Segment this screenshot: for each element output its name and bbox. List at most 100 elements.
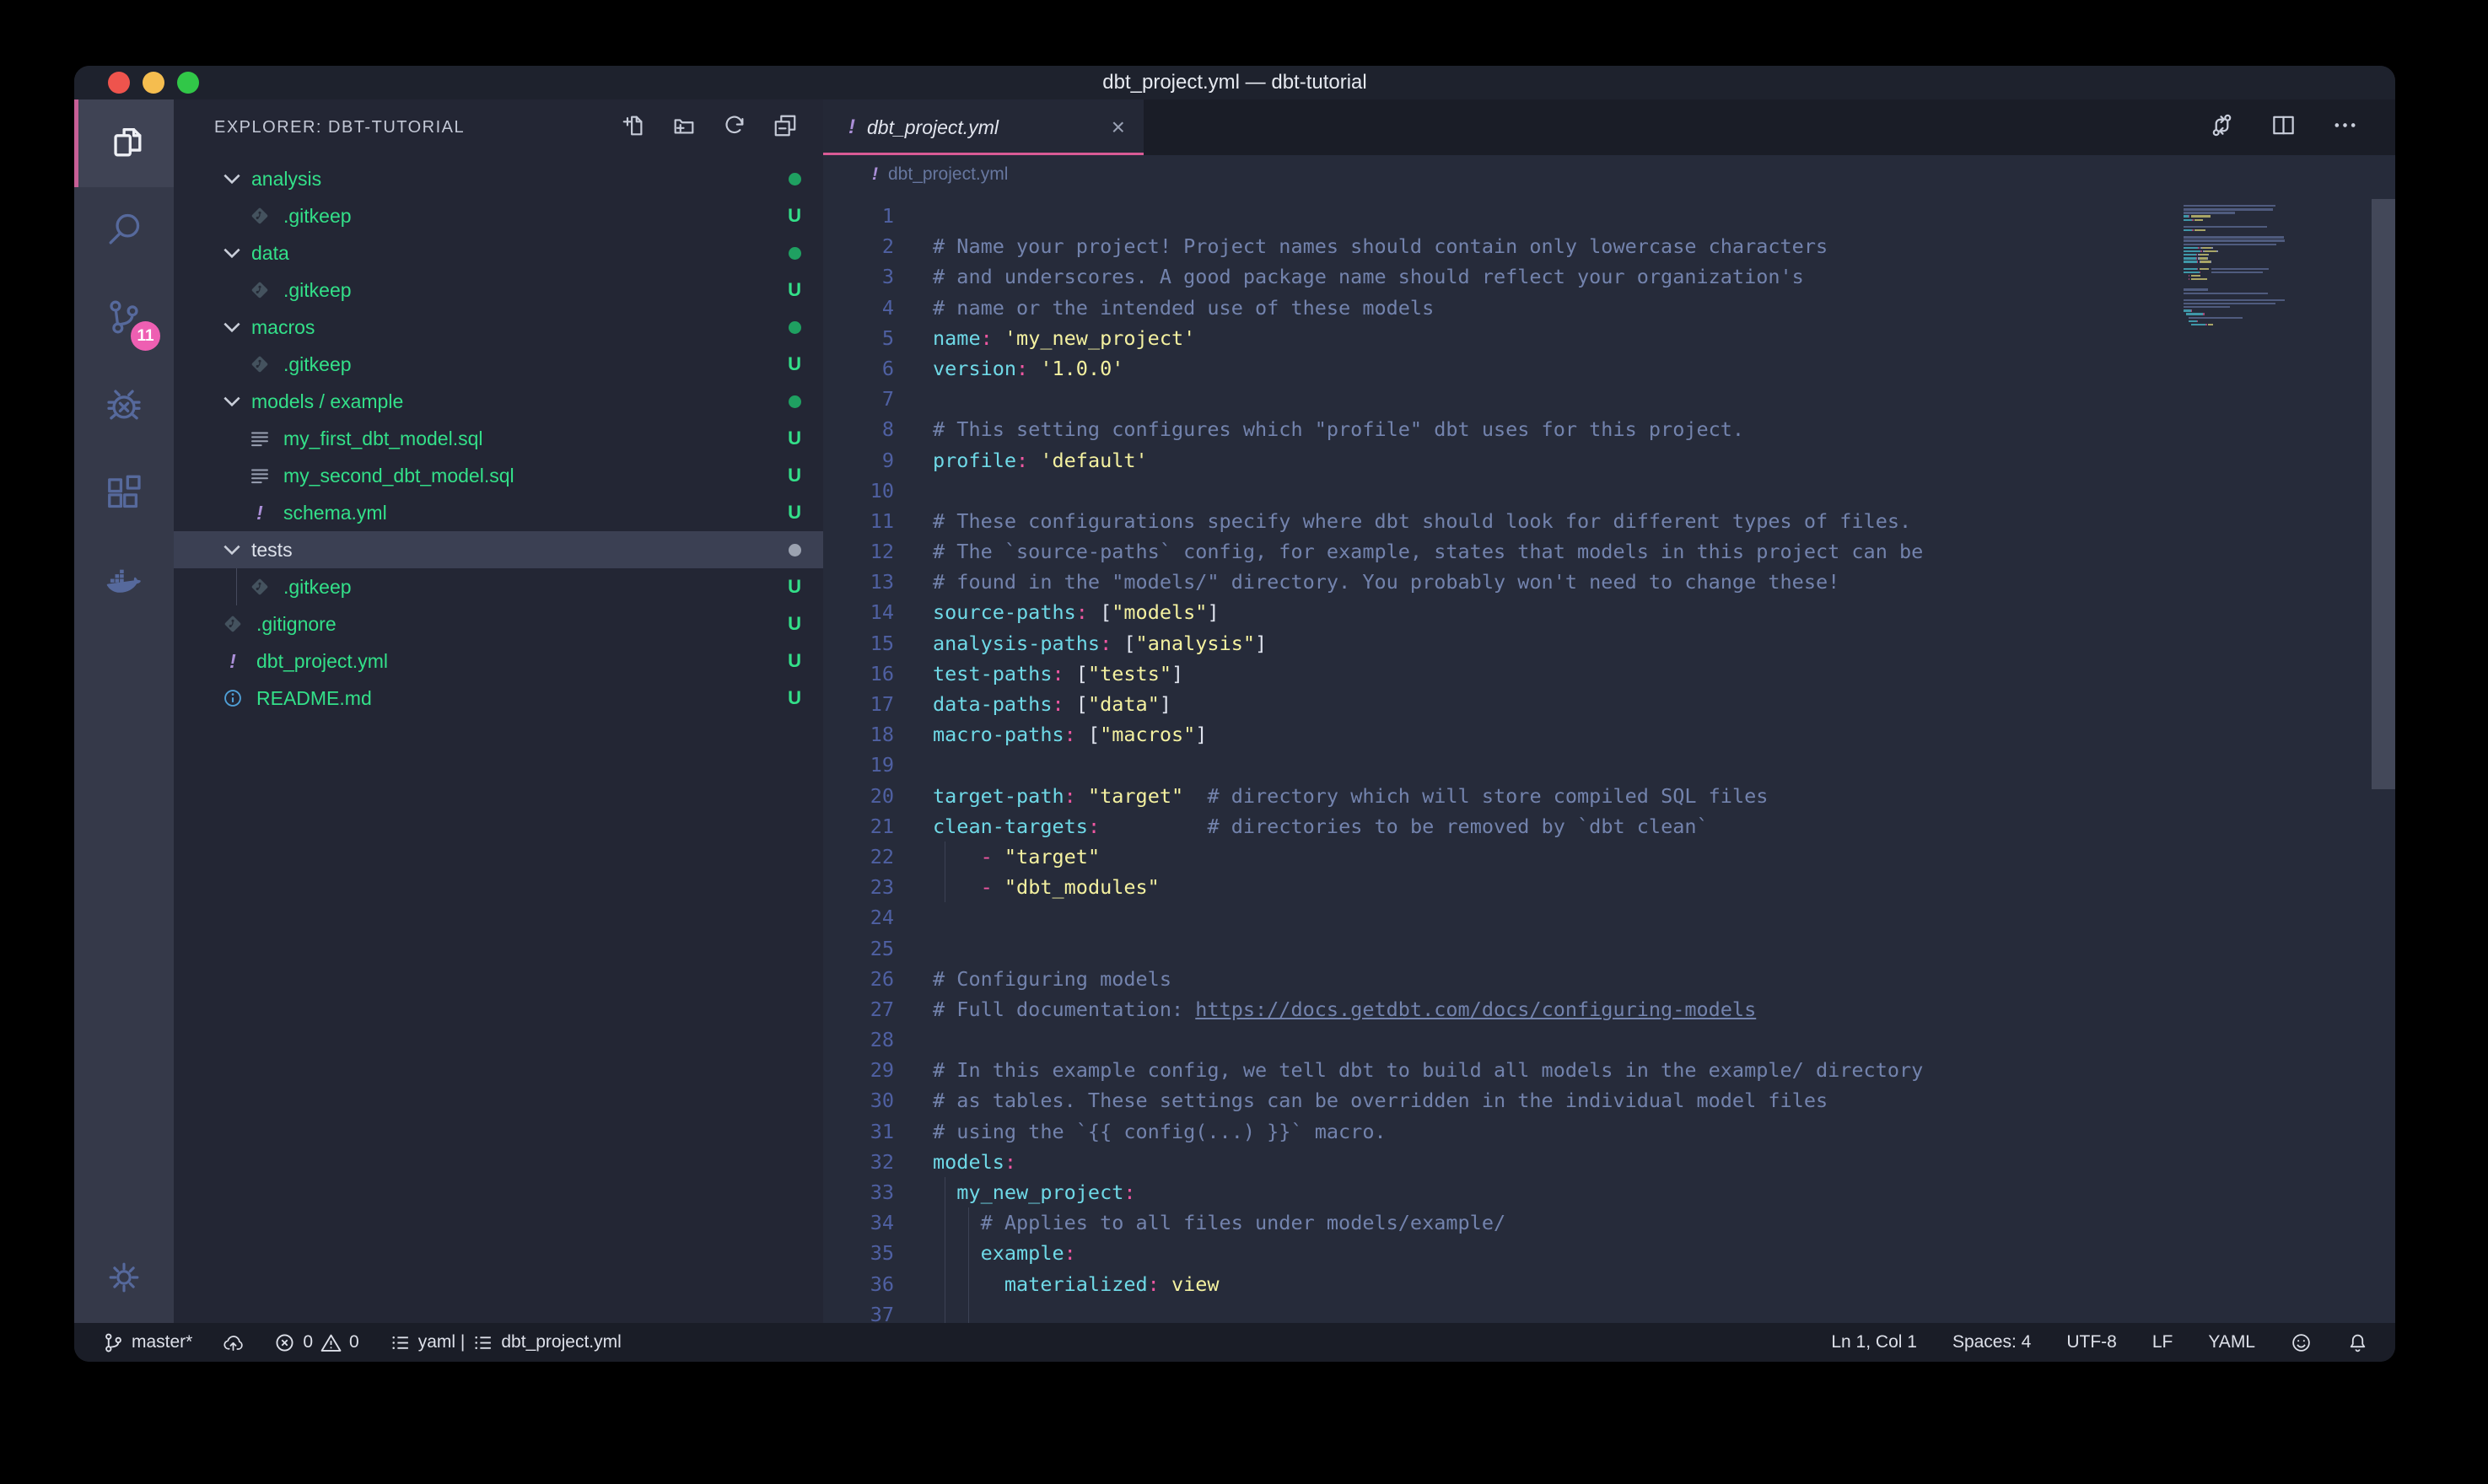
open-changes-button[interactable] xyxy=(2209,112,2235,142)
line-content: # and underscores. A good package name s… xyxy=(933,261,1804,292)
line-content: # as tables. These settings can be overr… xyxy=(933,1085,1828,1116)
cloud-upload-icon xyxy=(223,1332,244,1353)
line-number: 24 xyxy=(823,902,894,933)
tree-item-readme-md[interactable]: README.mdU xyxy=(174,680,823,717)
code-token: : xyxy=(1123,1180,1135,1204)
minimap-segment xyxy=(2211,272,2263,273)
file-tree: analysis.gitkeepUdata.gitkeepUmacros.git… xyxy=(174,155,823,1323)
line-content: - "target" xyxy=(933,841,1100,872)
code-editor[interactable]: 12# Name your project! Project names sho… xyxy=(823,194,2395,1323)
status-item-feedback[interactable] xyxy=(2291,1332,2312,1353)
new-file-button[interactable] xyxy=(621,113,646,142)
tree-item-gitkeep[interactable]: .gitkeepU xyxy=(174,272,823,309)
status-text: 0 xyxy=(349,1332,359,1352)
vertical-scrollbar-thumb[interactable] xyxy=(2372,199,2395,789)
title-bar[interactable]: dbt_project.yml — dbt-tutorial xyxy=(74,66,2395,99)
line-content: # using the `{{ config(...) }}` macro. xyxy=(933,1116,1387,1147)
activity-item-extensions[interactable] xyxy=(74,450,174,538)
new-folder-button[interactable] xyxy=(671,113,697,142)
tree-item-analysis[interactable]: analysis xyxy=(174,160,823,197)
tab-dbt-project-yml[interactable]: ! dbt_project.yml × xyxy=(823,99,1144,155)
sql-file-icon xyxy=(248,427,272,449)
code-line-34: 34 # Applies to all files under models/e… xyxy=(823,1207,2395,1238)
chevron-down-icon xyxy=(221,168,243,190)
code-token: "target" xyxy=(1088,784,1183,808)
tree-item-macros[interactable]: macros xyxy=(174,309,823,346)
code-token: models xyxy=(933,1150,1004,1174)
line-number: 25 xyxy=(823,933,894,964)
folder-status-dot xyxy=(789,247,801,260)
git-file-icon xyxy=(248,353,272,375)
breadcrumb[interactable]: ! dbt_project.yml xyxy=(823,155,2395,194)
code-line-3: 3# and underscores. A good package name … xyxy=(823,261,2395,292)
tree-item-models-example[interactable]: models / example xyxy=(174,383,823,420)
status-item-sync[interactable] xyxy=(223,1332,244,1353)
minimap-segment xyxy=(2184,257,2196,259)
code-line-27: 27# Full documentation: https://docs.get… xyxy=(823,994,2395,1024)
refresh-button[interactable] xyxy=(722,113,747,142)
info-file-icon xyxy=(221,687,245,709)
code-token: macro-paths xyxy=(933,723,1064,746)
code-token: # using the `{{ config(...) }}` macro. xyxy=(933,1120,1387,1143)
status-item-cursor-position[interactable]: Ln 1, Col 1 xyxy=(1831,1332,1917,1352)
more-actions-button[interactable] xyxy=(2332,112,2358,142)
status-item-file-language[interactable]: yaml |dbt_project.yml xyxy=(390,1332,622,1353)
close-tab-icon[interactable]: × xyxy=(1112,116,1125,139)
minimap-segment xyxy=(2184,208,2273,210)
minimap-segment xyxy=(2191,324,2205,325)
status-item-notifications[interactable] xyxy=(2347,1332,2368,1353)
minimap-segment xyxy=(2200,268,2210,270)
code-token: : xyxy=(981,326,993,350)
activity-item-source-control[interactable]: 11 xyxy=(74,275,174,363)
status-item-git-branch[interactable]: master* xyxy=(103,1332,192,1353)
minimize-window-button[interactable] xyxy=(143,72,164,94)
activity-item-debug[interactable] xyxy=(74,363,174,450)
tree-item-dbt-project-yml[interactable]: !dbt_project.ymlU xyxy=(174,643,823,680)
workbench: 11 EXPLORER: DBT-TUTORIAL analysis.gitke… xyxy=(74,99,2395,1323)
tree-item-gitkeep[interactable]: .gitkeepU xyxy=(174,197,823,234)
line-number: 6 xyxy=(823,353,894,384)
minimap-segment xyxy=(2197,320,2198,322)
collapse-all-button[interactable] xyxy=(773,113,798,142)
minimap-segment xyxy=(2184,212,2235,213)
tree-item-my-second-dbt-model-sql[interactable]: my_second_dbt_model.sqlU xyxy=(174,457,823,494)
minimap-segment xyxy=(2184,288,2208,290)
editor-group: ! dbt_project.yml × ! dbt_project.yml 12… xyxy=(823,99,2395,1323)
code-line-1: 1 xyxy=(823,201,2395,231)
breadcrumb-item-file[interactable]: dbt_project.yml xyxy=(888,164,1008,185)
code-line-17: 17data-paths: ["data"] xyxy=(823,689,2395,719)
tree-item-gitkeep[interactable]: .gitkeepU xyxy=(174,346,823,383)
code-link[interactable]: https://docs.getdbt.com/docs/configuring… xyxy=(1195,997,1756,1021)
code-token: ] xyxy=(1255,632,1267,655)
line-content: # name or the intended use of these mode… xyxy=(933,293,1434,323)
status-item-indentation[interactable]: Spaces: 4 xyxy=(1952,1332,2031,1352)
status-item-language-mode[interactable]: YAML xyxy=(2208,1332,2255,1352)
tree-item-data[interactable]: data xyxy=(174,234,823,272)
tree-item-tests[interactable]: tests xyxy=(174,531,823,568)
activity-item-explorer[interactable] xyxy=(74,99,174,187)
close-window-button[interactable] xyxy=(108,72,130,94)
tree-item-my-first-dbt-model-sql[interactable]: my_first_dbt_model.sqlU xyxy=(174,420,823,457)
minimap-segment xyxy=(2207,257,2208,259)
code-line-29: 29# In this example config, we tell dbt … xyxy=(823,1055,2395,1085)
tree-item-schema-yml[interactable]: !schema.ymlU xyxy=(174,494,823,531)
zoom-window-button[interactable] xyxy=(177,72,199,94)
line-content: # The `source-paths` config, for example… xyxy=(933,536,1923,567)
code-line-35: 35 example: xyxy=(823,1238,2395,1268)
status-item-problems[interactable]: 00 xyxy=(274,1332,358,1353)
settings-button[interactable] xyxy=(74,1235,174,1323)
code-token: # directory which will store compiled SQ… xyxy=(1207,784,1768,808)
split-editor-button[interactable] xyxy=(2270,112,2297,142)
code-line-2: 2# Name your project! Project names shou… xyxy=(823,231,2395,261)
code-line-19: 19 xyxy=(823,750,2395,780)
minimap-segment xyxy=(2184,261,2197,262)
activity-item-search[interactable] xyxy=(74,187,174,275)
tree-item-gitkeep[interactable]: .gitkeepU xyxy=(174,568,823,605)
minimap[interactable] xyxy=(2184,201,2365,330)
git-file-icon xyxy=(248,576,272,598)
status-item-eol[interactable]: LF xyxy=(2152,1332,2173,1352)
status-item-encoding[interactable]: UTF-8 xyxy=(2066,1332,2117,1352)
tree-item-gitignore[interactable]: .gitignoreU xyxy=(174,605,823,643)
activity-item-docker[interactable] xyxy=(74,538,174,626)
line-content: data-paths: ["data"] xyxy=(933,689,1171,719)
